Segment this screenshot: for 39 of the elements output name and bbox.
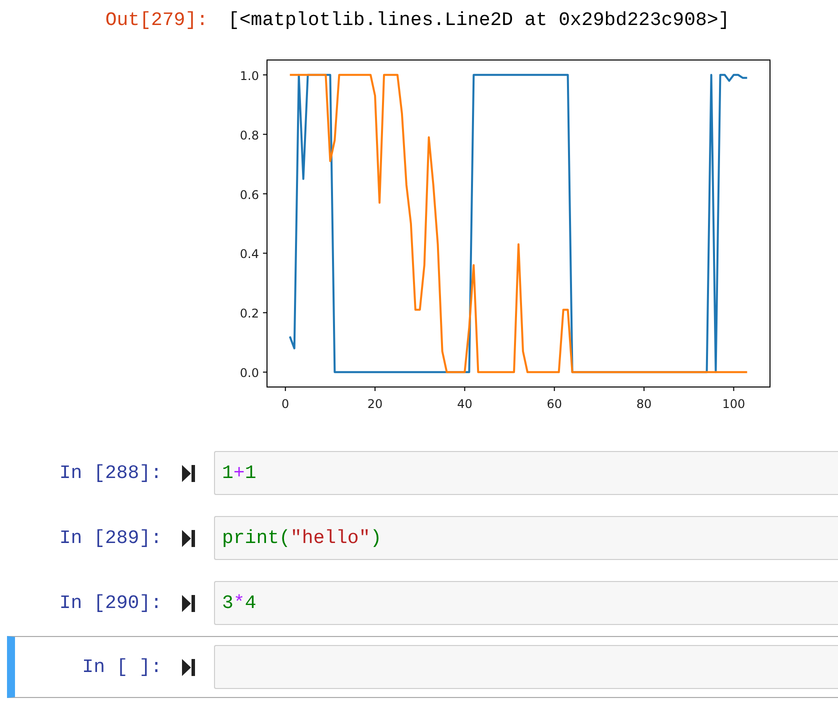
tick-mark (374, 386, 376, 392)
code-input[interactable]: 1+1 (214, 451, 838, 495)
tick-label: 0.0 (240, 366, 259, 380)
run-icon[interactable] (182, 594, 194, 612)
tick-label: 20 (367, 397, 383, 411)
code-input[interactable]: 3*4 (214, 581, 838, 625)
tick-label: 80 (636, 397, 652, 411)
tick-label: 0.2 (240, 306, 259, 321)
tick-mark (464, 386, 466, 392)
input-prompt: In [288]: (58, 462, 162, 484)
tick-label: 100 (722, 397, 746, 411)
code-input[interactable] (214, 645, 838, 689)
input-prompt: In [ ]: (81, 656, 162, 678)
tick-mark (262, 74, 268, 76)
tick-label: 40 (457, 397, 472, 411)
tick-label: 1.0 (240, 68, 259, 83)
tick-mark (262, 134, 268, 135)
tick-mark (262, 372, 268, 373)
tick-mark (644, 386, 645, 392)
tick-mark (262, 252, 268, 254)
tick-label: 0.8 (240, 128, 259, 142)
run-icon[interactable] (182, 530, 194, 546)
tick-mark (262, 193, 268, 194)
tick-mark (262, 312, 268, 314)
tick-label: 0.6 (240, 188, 259, 202)
run-icon[interactable] (182, 464, 194, 482)
output-prompt: Out[279]: (104, 9, 208, 31)
code-input[interactable]: print("hello") (214, 516, 838, 560)
run-icon[interactable] (182, 658, 194, 676)
output-text: [<matplotlib.lines.Line2D at 0x29bd223c908>] (228, 9, 730, 31)
tick-label: 0 (282, 397, 290, 411)
tick-mark (284, 386, 286, 392)
input-prompt: In [289]: (58, 527, 162, 549)
tick-mark (733, 386, 734, 392)
tick-label: 0.4 (240, 247, 259, 262)
tick-mark (554, 386, 555, 392)
selected-cell[interactable]: In [ ]: (7, 636, 838, 698)
input-prompt: In [290]: (58, 592, 162, 614)
tick-label: 60 (546, 397, 562, 411)
